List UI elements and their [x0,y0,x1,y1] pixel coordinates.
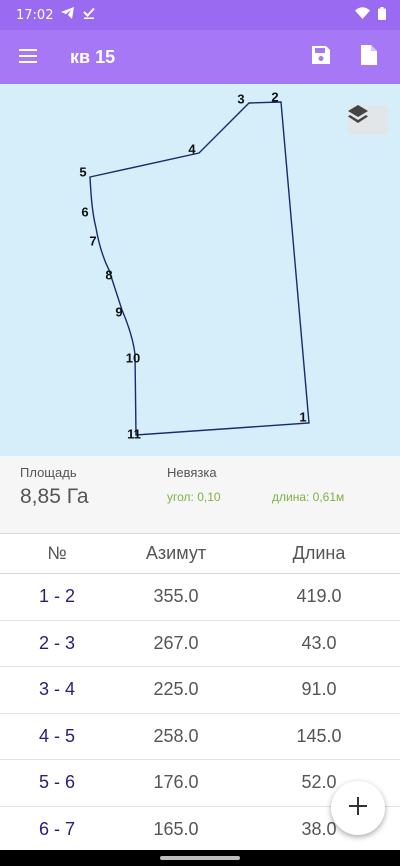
azimuth-cell: 355.0 [153,586,199,607]
point-label: 8 [105,267,112,282]
wifi-icon [355,7,370,23]
layers-button[interactable] [348,105,388,135]
save-button[interactable] [304,40,338,74]
table-row[interactable]: 1 - 2 355.0 419.0 [0,574,400,621]
azimuth-cell: 258.0 [153,725,199,746]
point-label: 9 [115,304,122,319]
page-title: кв 15 [70,46,116,67]
segment-cell: 5 - 6 [38,772,76,793]
closure-angle: угол: 0,10 [167,490,221,504]
status-bar: 17:02 [0,0,400,30]
length-cell: 43.0 [301,632,337,653]
length-cell: 419.0 [296,586,342,607]
summary-panel: Площадь 8,85 Га Невязка угол: 0,10 длина… [0,456,400,534]
table-row[interactable]: 3 - 4 225.0 91.0 [0,667,400,714]
document-icon [361,45,377,69]
home-handle[interactable] [160,856,240,860]
point-label: 6 [81,204,88,219]
save-icon [312,46,330,68]
azimuth-cell: 165.0 [153,818,199,839]
hamburger-icon [19,48,37,67]
point-label: 1 [299,409,306,424]
header-number: № [47,543,67,563]
document-button[interactable] [352,40,386,74]
point-label: 10 [126,350,140,365]
segment-cell: 1 - 2 [38,586,76,607]
point-label: 11 [127,426,141,441]
closure-label: Невязка [167,465,217,480]
status-time: 17:02 [16,7,54,23]
menu-button[interactable] [0,30,56,84]
area-value: 8,85 Га [20,485,89,508]
segment-cell: 3 - 4 [38,679,76,700]
add-point-button[interactable] [331,781,385,835]
telegram-icon [61,7,75,23]
azimuth-cell: 176.0 [153,772,199,793]
map-view[interactable]: 1 2 3 4 5 6 7 8 9 10 11 [0,84,400,456]
table-header: № Азимут Длина [0,534,400,574]
segment-cell: 2 - 3 [38,632,76,653]
point-label: 2 [271,89,278,104]
table-row[interactable]: 2 - 3 267.0 43.0 [0,621,400,667]
point-label: 5 [79,164,86,179]
app-bar: кв 15 [0,30,400,84]
add-icon [349,797,367,819]
azimuth-cell: 225.0 [153,679,199,700]
system-nav-bar [0,850,400,866]
plot-outline: 1 2 3 4 5 67 8 9 10 11 [79,89,310,441]
area-label: Площадь [20,465,77,480]
battery-icon [378,6,386,24]
header-azimuth: Азимут [145,543,207,563]
header-length: Длина [292,543,346,563]
point-label: 3 [237,91,244,106]
segment-cell: 6 - 7 [38,818,76,839]
length-cell: 145.0 [296,725,342,746]
closure-length: длина: 0,61м [272,490,345,504]
point-label: 4 [188,141,196,156]
length-cell: 91.0 [301,679,337,700]
point-label: 7 [89,233,96,248]
azimuth-cell: 267.0 [153,632,199,653]
segment-cell: 4 - 5 [38,725,76,746]
download-done-icon [83,7,96,23]
table-row[interactable]: 4 - 5 258.0 145.0 [0,714,400,760]
